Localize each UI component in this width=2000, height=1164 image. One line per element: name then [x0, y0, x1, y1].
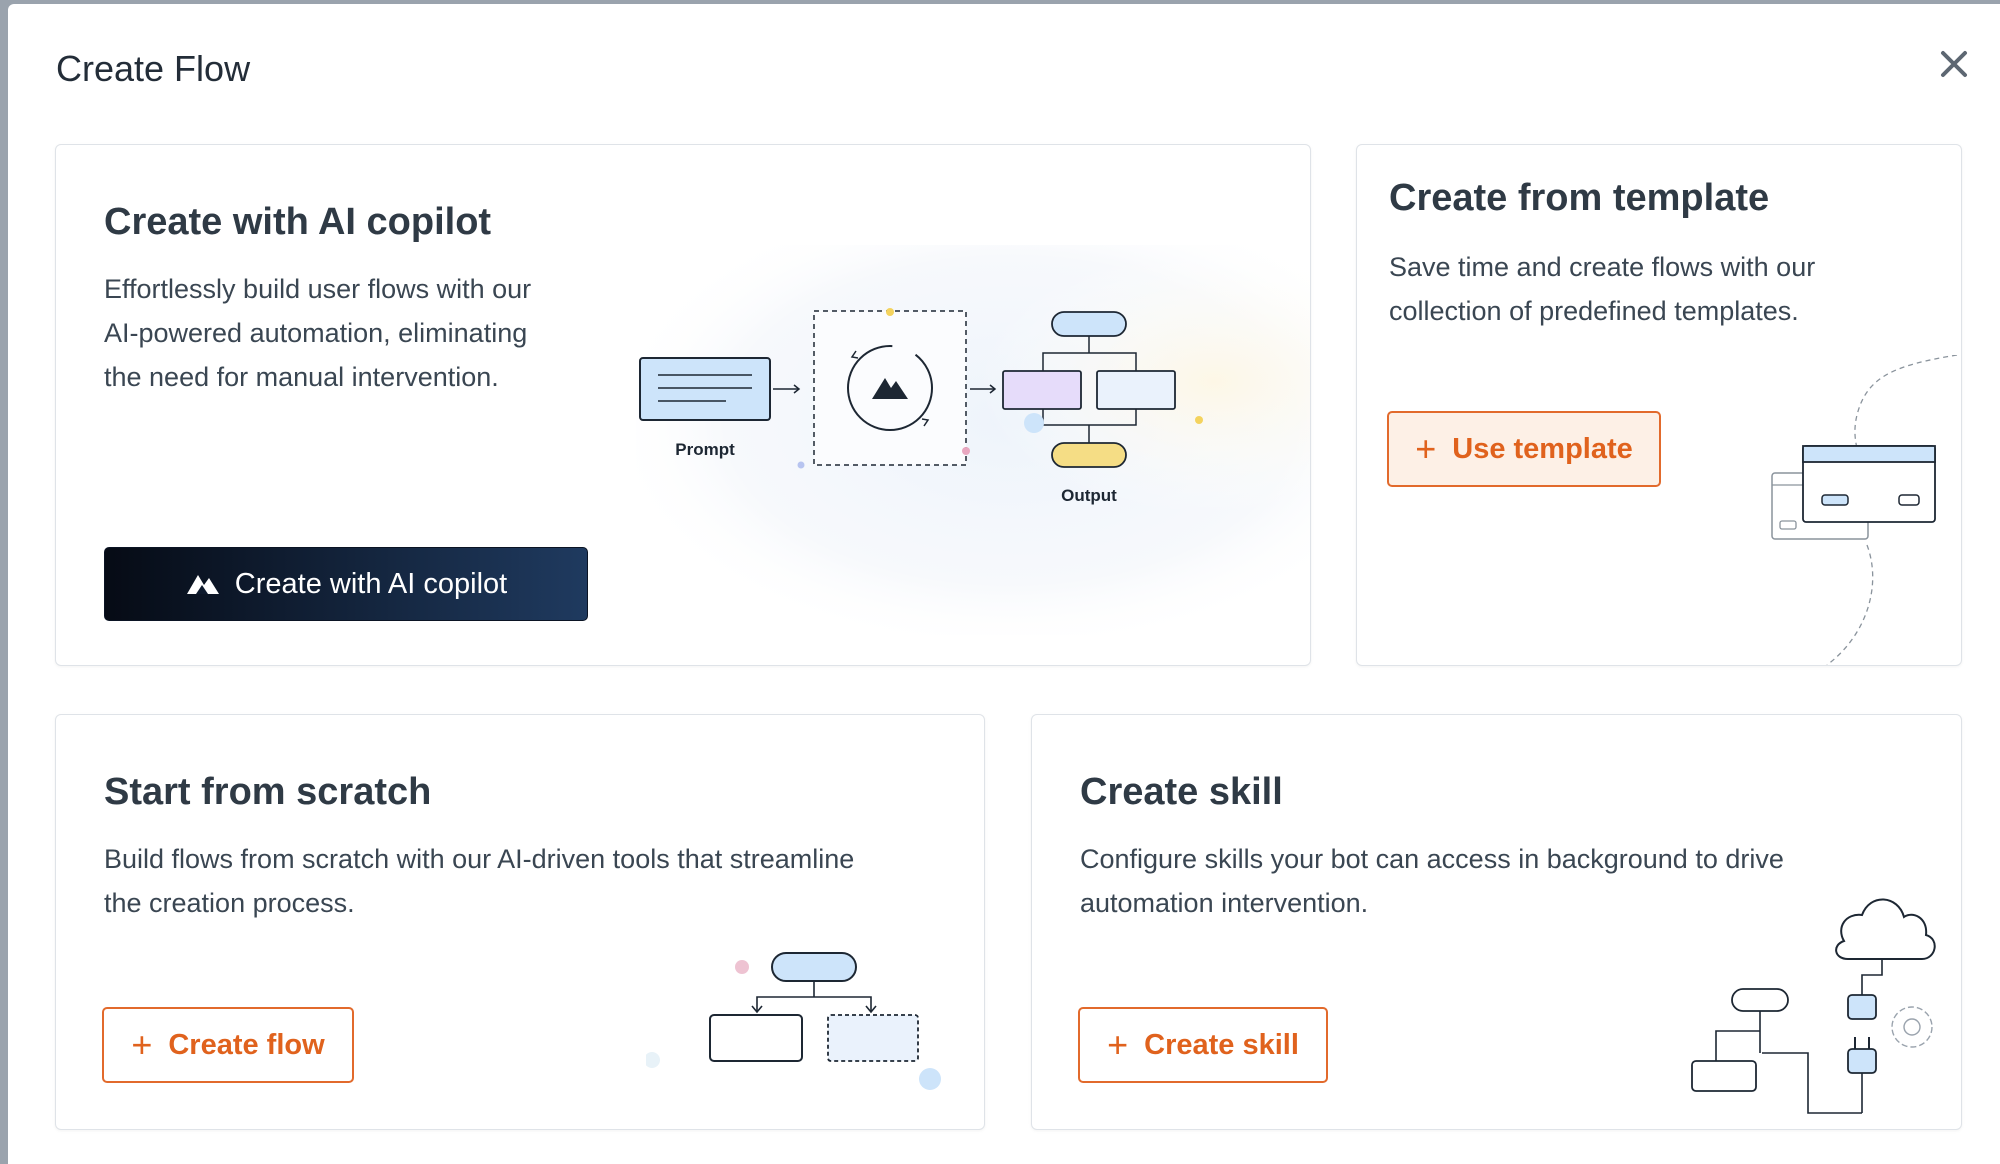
card-description: Effortlessly build user flows with our A… — [104, 274, 532, 392]
skill-integration-illustration — [1691, 898, 1936, 1114]
card-title: Start from scratch — [104, 771, 432, 813]
button-label: Create skill — [1144, 1028, 1299, 1061]
card-template: Create from template Save time and creat… — [1356, 144, 1962, 666]
button-label: Create flow — [168, 1028, 325, 1061]
card-title: Create from template — [1389, 177, 1770, 219]
button-label: Use template — [1452, 432, 1633, 465]
card-title: Create with AI copilot — [104, 201, 492, 243]
card-description: Save time and create flows with our coll… — [1389, 252, 1816, 326]
template-cards-illustration — [1771, 355, 1958, 665]
ai-copilot-illustration: Prompt Output — [636, 245, 1310, 635]
prompt-label: Prompt — [675, 440, 735, 459]
modal-title: Create Flow — [56, 48, 251, 89]
create-flow-button[interactable]: + Create flow — [102, 1007, 354, 1083]
plus-icon: + — [1107, 1024, 1129, 1065]
create-skill-button[interactable]: + Create skill — [1078, 1007, 1328, 1083]
use-template-button[interactable]: + Use template — [1387, 411, 1661, 487]
output-label: Output — [1061, 486, 1117, 505]
create-flow-modal: Create Flow Create with AI copilot Effor… — [8, 4, 2000, 1164]
card-create-skill: Create skill Configure skills your bot c… — [1031, 714, 1962, 1130]
close-icon — [1941, 51, 1967, 77]
create-with-ai-copilot-button[interactable]: Create with AI copilot — [104, 547, 588, 621]
close-button[interactable] — [1932, 42, 1976, 86]
plus-icon: + — [131, 1024, 153, 1065]
prompt-box — [639, 357, 771, 421]
card-description: Build flows from scratch with our AI-dri… — [104, 844, 855, 918]
card-ai-copilot: Create with AI copilot Effortlessly buil… — [55, 144, 1311, 666]
scratch-flow-illustration — [646, 952, 941, 1090]
button-label: Create with AI copilot — [234, 567, 508, 600]
copilot-logo-icon — [186, 575, 219, 594]
card-start-from-scratch: Start from scratch Build flows from scra… — [55, 714, 985, 1130]
plus-icon: + — [1415, 428, 1437, 469]
card-title: Create skill — [1080, 771, 1283, 813]
